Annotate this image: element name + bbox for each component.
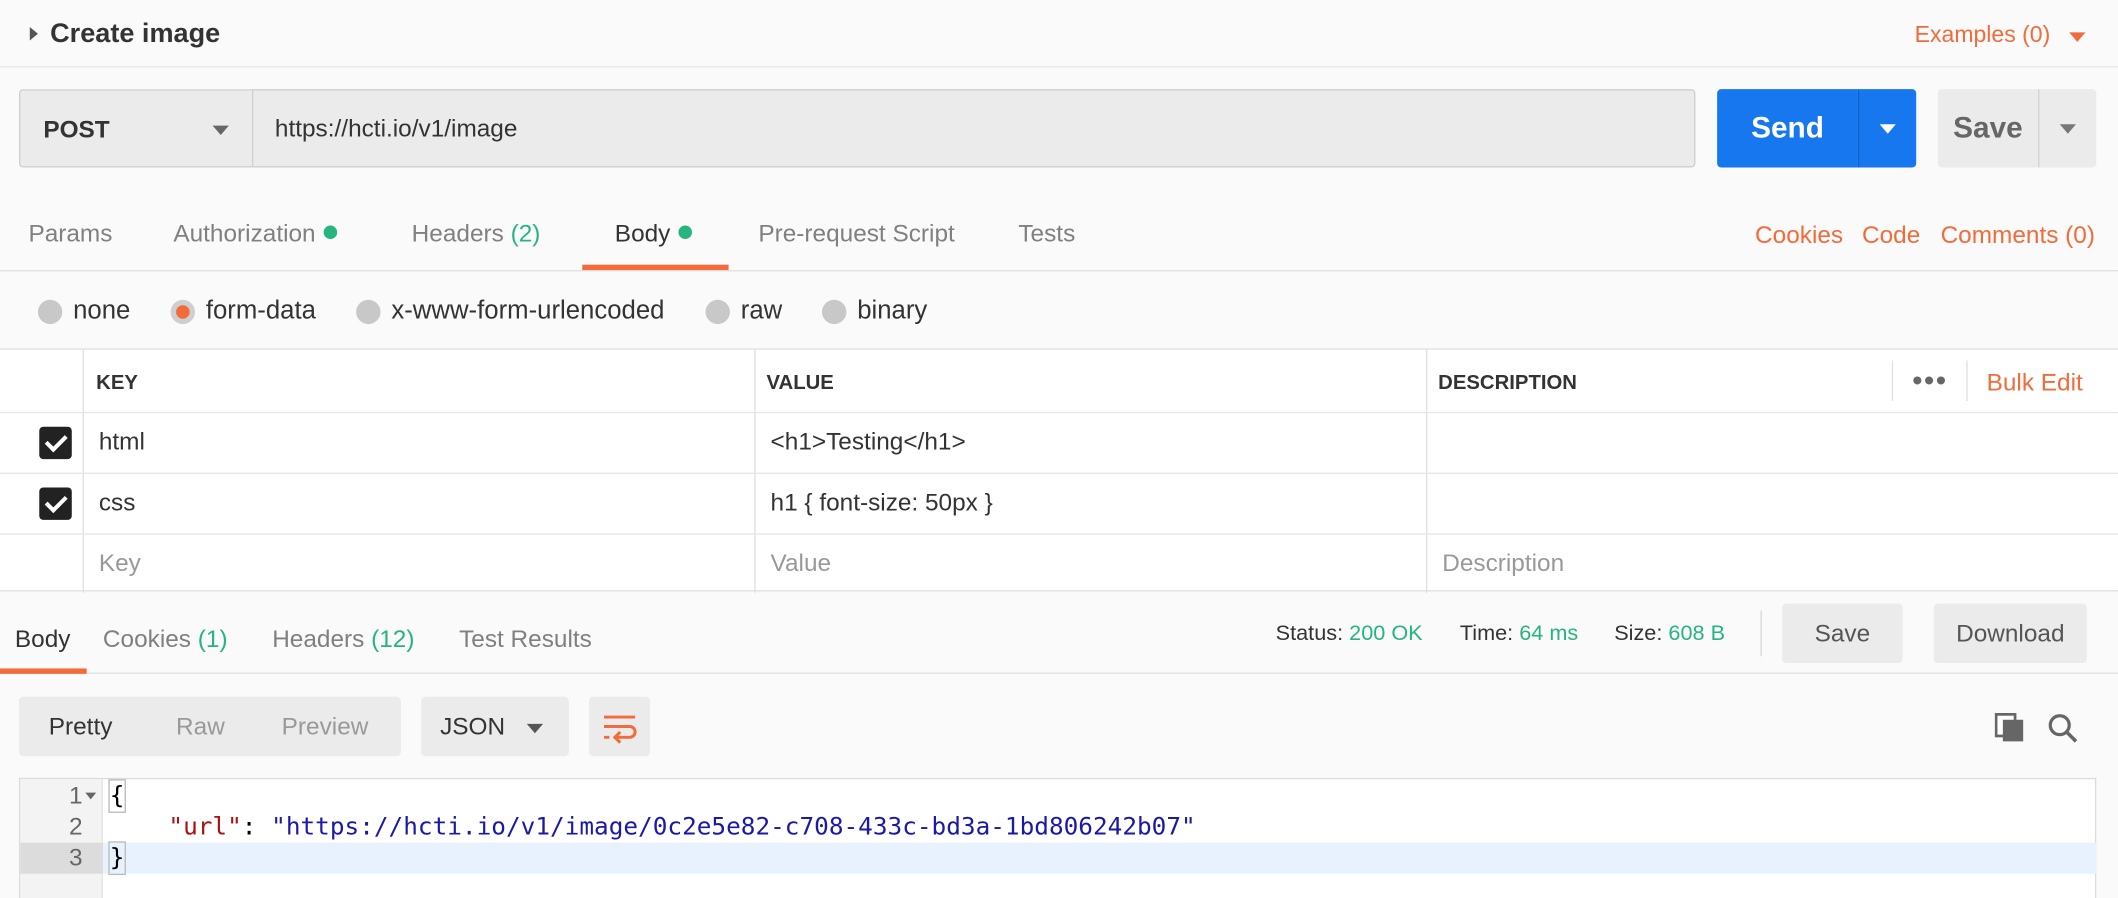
column-header-key: KEY — [96, 371, 138, 395]
wrap-icon — [603, 715, 637, 744]
size-readout: Size: 608 B — [1614, 622, 1726, 646]
table-header-row: KEY VALUE DESCRIPTION ••• Bulk Edit — [0, 349, 2118, 414]
radio-form-data[interactable]: form-data — [170, 297, 316, 327]
response-toolbar: Pretty Raw Preview JSON — [0, 675, 2118, 778]
view-pretty[interactable]: Pretty — [49, 713, 113, 741]
send-button[interactable]: Send — [1717, 89, 1858, 168]
tab-authorization[interactable]: Authorization — [173, 220, 338, 248]
request-tabs: Params Authorization Headers (2) Body Pr… — [0, 189, 2118, 272]
key-input[interactable]: Key — [82, 534, 755, 593]
body-type-options: none form-data x-www-form-urlencoded raw… — [0, 272, 2118, 349]
table-row: html <h1>Testing</h1> — [0, 413, 2118, 474]
more-icon[interactable]: ••• — [1912, 363, 1947, 398]
response-tab-body[interactable]: Body — [15, 625, 71, 653]
download-button[interactable]: Download — [1933, 603, 2087, 664]
status-readout: Status: 200 OK — [1275, 622, 1423, 646]
chevron-down-icon[interactable] — [2069, 32, 2086, 42]
status-dot-icon — [323, 225, 338, 240]
view-raw[interactable]: Raw — [176, 713, 225, 741]
format-select[interactable]: JSON — [421, 696, 569, 757]
search-icon[interactable] — [2046, 712, 2079, 744]
code-line-current: 3 } — [20, 841, 2097, 876]
caret-right-icon[interactable] — [29, 27, 38, 41]
radio-icon — [705, 299, 730, 325]
description-cell[interactable] — [1425, 473, 2118, 534]
radio-raw[interactable]: raw — [705, 297, 782, 327]
cookies-link[interactable]: Cookies — [1755, 221, 1843, 249]
chevron-down-icon — [526, 723, 544, 734]
response-tab-headers[interactable]: Headers (12) — [272, 625, 414, 653]
table-row: css h1 { font-size: 50px } — [0, 473, 2118, 535]
url-input[interactable] — [251, 89, 1696, 168]
description-cell[interactable] — [1425, 413, 2118, 473]
key-cell[interactable]: html — [82, 413, 755, 473]
comments-link[interactable]: Comments (0) — [1941, 221, 2095, 249]
row-checkbox[interactable] — [39, 487, 72, 520]
response-tab-cookies[interactable]: Cookies (1) — [103, 625, 228, 653]
key-cell[interactable]: css — [82, 473, 755, 534]
radio-binary[interactable]: binary — [821, 297, 927, 327]
method-select[interactable]: POST — [18, 89, 252, 168]
save-options-button[interactable] — [2038, 89, 2097, 168]
copy-icon[interactable] — [1994, 713, 2025, 743]
view-preview[interactable]: Preview — [282, 713, 369, 741]
active-tab-indicator — [0, 668, 87, 674]
code-line: 2 "url": "https://hcti.io/v1/image/0c2e5… — [69, 812, 1196, 842]
code-link[interactable]: Code — [1862, 221, 1920, 249]
description-input[interactable]: Description — [1425, 534, 2118, 593]
code-line: 1 { — [69, 779, 126, 813]
send-options-button[interactable] — [1857, 89, 1917, 168]
save-response-button[interactable]: Save — [1782, 603, 1903, 664]
tab-params[interactable]: Params — [28, 220, 112, 248]
radio-icon — [37, 299, 63, 325]
headers-count: (2) — [510, 220, 541, 248]
status-dot-icon — [678, 225, 693, 240]
value-input[interactable]: Value — [754, 534, 1426, 593]
examples-link[interactable]: Examples (0) — [1915, 22, 2051, 49]
format-label: JSON — [440, 713, 506, 741]
bulk-edit-link[interactable]: Bulk Edit — [1987, 369, 2083, 397]
column-header-value: VALUE — [766, 371, 834, 395]
tab-pre-request-script[interactable]: Pre-request Script — [758, 220, 954, 248]
radio-x-www-form-urlencoded[interactable]: x-www-form-urlencoded — [356, 297, 664, 327]
radio-icon — [356, 299, 381, 325]
row-checkbox[interactable] — [39, 426, 72, 460]
view-mode-switch: Pretty Raw Preview — [18, 696, 401, 757]
postman-request-view: Create image Examples (0) POST Send Save… — [0, 0, 2118, 898]
time-readout: Time: 64 ms — [1459, 622, 1579, 646]
wrap-lines-button[interactable] — [589, 696, 651, 757]
value-cell[interactable]: h1 { font-size: 50px } — [754, 473, 1426, 534]
table-row-new: Key Value Description — [0, 534, 2118, 593]
chevron-down-icon — [212, 125, 229, 136]
tab-tests[interactable]: Tests — [1018, 220, 1075, 248]
tab-body[interactable]: Body — [615, 220, 693, 248]
save-button[interactable]: Save — [1937, 89, 2039, 168]
response-body-editor[interactable]: 1 { 2 "url": "https://hcti.io/v1/image/0… — [18, 777, 2097, 898]
value-cell[interactable]: <h1>Testing</h1> — [754, 413, 1426, 473]
radio-none[interactable]: none — [37, 297, 130, 327]
response-tab-test-results[interactable]: Test Results — [459, 625, 592, 653]
request-title[interactable]: Create image — [50, 19, 220, 50]
fold-icon[interactable] — [85, 792, 97, 800]
column-header-description: DESCRIPTION — [1438, 371, 1577, 395]
request-header: Create image Examples (0) — [0, 0, 2118, 68]
tab-headers[interactable]: Headers (2) — [412, 220, 541, 248]
response-bar: Body Cookies (1) Headers (12) Test Resul… — [0, 592, 2118, 674]
response-url-value: "https://hcti.io/v1/image/0c2e5e82-c708-… — [271, 812, 1196, 842]
method-label: POST — [43, 116, 110, 144]
radio-icon — [821, 299, 847, 325]
active-tab-indicator — [582, 264, 729, 271]
radio-checked-icon — [170, 299, 196, 325]
form-data-table: KEY VALUE DESCRIPTION ••• Bulk Edit html… — [0, 348, 2118, 593]
